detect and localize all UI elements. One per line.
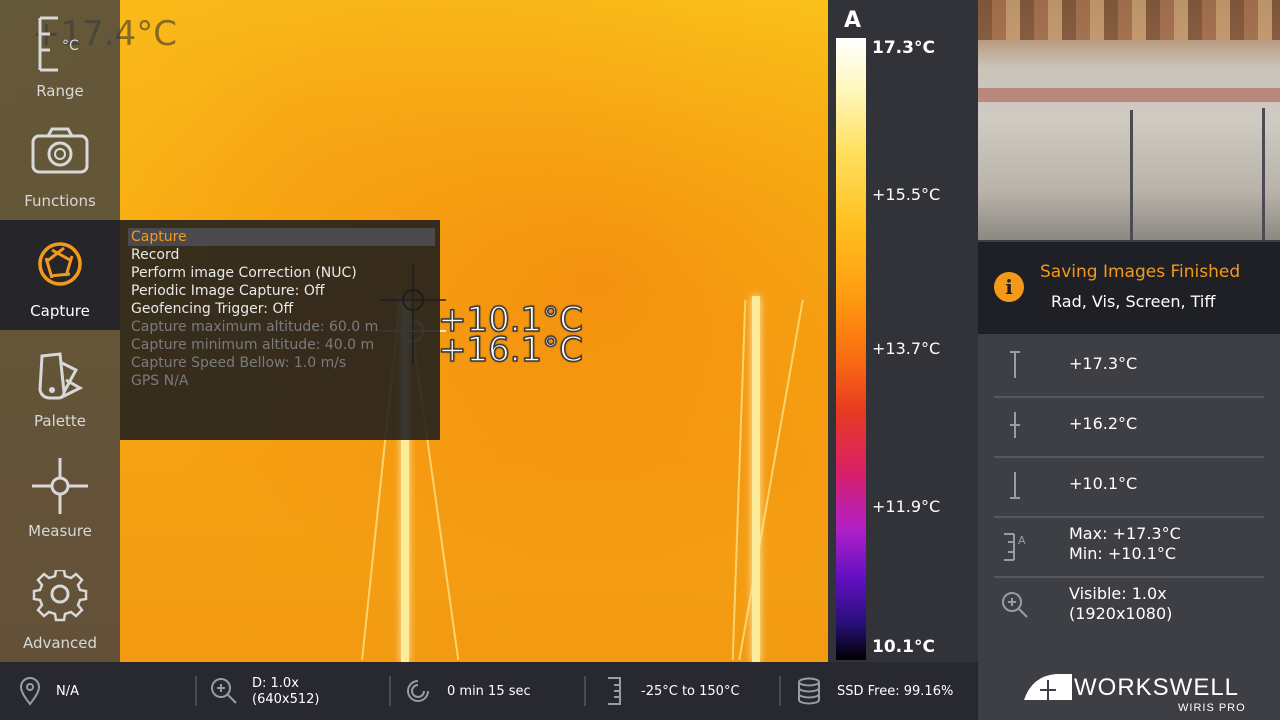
storage-icon bbox=[798, 677, 820, 705]
timer-status: 0 min 15 sec bbox=[404, 662, 574, 720]
min-marker-icon bbox=[1010, 472, 1020, 499]
visible-camera-preview[interactable] bbox=[978, 0, 1280, 240]
location-pin-icon bbox=[19, 677, 41, 706]
menu-item-periodic-capture[interactable]: Periodic Image Capture: Off bbox=[128, 282, 435, 300]
sidebar-item-range[interactable]: °C Range bbox=[0, 0, 120, 110]
logo-mark-icon bbox=[1024, 674, 1072, 700]
menu-item-gps: GPS N/A bbox=[131, 373, 189, 389]
notification-banner: i Saving Images Finished Rad, Vis, Scree… bbox=[978, 242, 1280, 334]
range-icon: °C bbox=[38, 16, 79, 72]
notification-body: Rad, Vis, Screen, Tiff bbox=[1051, 292, 1216, 311]
menu-item-geofencing[interactable]: Geofencing Trigger: Off bbox=[128, 300, 435, 318]
scale-label-4: +11.9°C bbox=[872, 497, 941, 516]
cable-right-2 bbox=[738, 300, 804, 660]
sidebar-item-functions[interactable]: Functions bbox=[0, 110, 120, 220]
measurement-value: +10.1°C bbox=[1069, 474, 1138, 493]
scale-label-2: +15.5°C bbox=[872, 185, 941, 204]
divider bbox=[195, 676, 197, 706]
sidebar-item-palette[interactable]: Palette bbox=[0, 330, 120, 440]
zoom-value: D: 1.0x bbox=[252, 676, 299, 691]
status-bar: N/A D: 1.0x (640x512) 0 min 15 sec -25°C… bbox=[0, 662, 978, 720]
sidebar-item-label: Functions bbox=[24, 192, 96, 210]
max-marker-icon bbox=[1010, 351, 1020, 378]
cable-right bbox=[731, 300, 747, 660]
menu-item-nuc[interactable]: Perform image Correction (NUC) bbox=[128, 264, 435, 282]
logo-subtitle: WIRIS PRO bbox=[1178, 702, 1246, 714]
sidebar: °C Range Functions Capture Palette Measu… bbox=[0, 0, 120, 662]
svg-text:A: A bbox=[1018, 534, 1026, 547]
center-marker-icon bbox=[1010, 412, 1020, 438]
timer-icon bbox=[407, 680, 429, 702]
divider bbox=[584, 676, 586, 706]
sidebar-item-advanced[interactable]: Advanced bbox=[0, 552, 120, 662]
thermal-camera-ui: +10.1°C +16.1°C +17.4°C °C Range Functio… bbox=[0, 0, 1280, 720]
range-min-value: Min: +10.1°C bbox=[1069, 544, 1177, 563]
notification-title: Saving Images Finished bbox=[1040, 262, 1241, 282]
measurement-max[interactable]: +17.3°C bbox=[994, 336, 1264, 398]
scale-mode-label[interactable]: A bbox=[844, 8, 861, 33]
info-icon: i bbox=[994, 272, 1024, 302]
tripod-pole-right bbox=[752, 296, 760, 662]
digital-zoom-status[interactable]: D: 1.0x (640x512) bbox=[210, 662, 380, 720]
zoom-icon bbox=[1002, 592, 1028, 618]
sidebar-item-label: Range bbox=[36, 82, 84, 100]
measurement-value: +16.2°C bbox=[1069, 414, 1138, 433]
tripod-right bbox=[1262, 108, 1265, 240]
workswell-logo: WORKSWELL WIRIS PRO bbox=[1022, 668, 1252, 718]
tripod-left bbox=[1130, 110, 1133, 240]
logo-wordmark: WORKSWELL bbox=[1074, 674, 1240, 701]
measurement-value: +17.3°C bbox=[1069, 354, 1138, 373]
range-auto-icon: A bbox=[1004, 533, 1026, 561]
spot-temp-2: +16.1°C bbox=[437, 329, 583, 371]
gear-icon bbox=[32, 570, 88, 622]
scale-max-label: 17.3°C bbox=[872, 38, 935, 58]
sidebar-item-label: Measure bbox=[28, 522, 92, 540]
temp-range-value: -25°C to 150°C bbox=[641, 684, 740, 699]
range-max-value: Max: +17.3°C bbox=[1069, 524, 1181, 543]
divider bbox=[389, 676, 391, 706]
camera-icon bbox=[31, 127, 89, 174]
palette-icon bbox=[38, 352, 84, 400]
aperture-icon bbox=[38, 242, 82, 286]
measurement-range[interactable]: A Max: +17.3°C Min: +10.1°C bbox=[994, 516, 1264, 578]
sidebar-item-measure[interactable]: Measure bbox=[0, 440, 120, 550]
measurement-center[interactable]: +16.2°C bbox=[994, 396, 1264, 458]
visible-resolution-value: (1920x1080) bbox=[1069, 604, 1173, 623]
scale-label-3: +13.7°C bbox=[872, 339, 941, 358]
sidebar-item-label: Capture bbox=[30, 302, 90, 320]
menu-item-max-altitude: Capture maximum altitude: 60.0 m bbox=[131, 319, 379, 335]
color-scale-bar bbox=[836, 38, 866, 660]
zoom-resolution: (640x512) bbox=[252, 692, 320, 707]
gps-value: N/A bbox=[56, 684, 79, 699]
crosshair-icon bbox=[32, 458, 88, 514]
svg-text:°C: °C bbox=[62, 38, 79, 54]
storage-status: SSD Free: 99.16% bbox=[794, 662, 974, 720]
menu-item-capture-speed: Capture Speed Bellow: 1.0 m/s bbox=[131, 355, 347, 371]
gps-status: N/A bbox=[16, 662, 186, 720]
sidebar-item-label: Palette bbox=[34, 412, 86, 430]
temperature-range-icon bbox=[608, 677, 621, 705]
right-panel: i Saving Images Finished Rad, Vis, Scree… bbox=[978, 0, 1280, 720]
fresco-band bbox=[978, 88, 1280, 102]
measurement-zoom[interactable]: Visible: 1.0x (1920x1080) bbox=[994, 576, 1264, 636]
menu-item-min-altitude: Capture minimum altitude: 40.0 m bbox=[131, 337, 375, 353]
zoom-icon bbox=[211, 678, 237, 704]
sidebar-item-capture[interactable]: Capture bbox=[0, 220, 120, 330]
divider bbox=[779, 676, 781, 706]
fresco-pattern bbox=[978, 0, 1280, 40]
sidebar-item-label: Advanced bbox=[22, 634, 98, 652]
visible-zoom-value: Visible: 1.0x bbox=[1069, 584, 1167, 603]
menu-item-record[interactable]: Record bbox=[128, 246, 435, 264]
scale-min-label: 10.1°C bbox=[872, 637, 935, 657]
temp-range-status: -25°C to 150°C bbox=[600, 662, 770, 720]
storage-value: SSD Free: 99.16% bbox=[837, 684, 954, 699]
timer-value: 0 min 15 sec bbox=[447, 684, 531, 699]
capture-menu: Capture Record Perform image Correction … bbox=[120, 220, 440, 440]
measurement-min[interactable]: +10.1°C bbox=[994, 456, 1264, 518]
menu-item-capture[interactable]: Capture bbox=[128, 228, 435, 246]
